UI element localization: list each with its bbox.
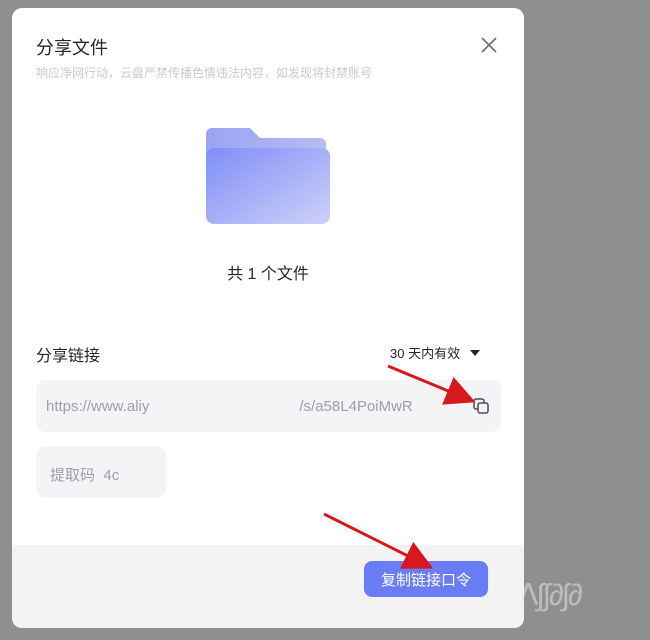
redaction-blur bbox=[170, 388, 280, 424]
validity-dropdown[interactable]: 30 天内有效 bbox=[390, 343, 481, 362]
dialog-title: 分享文件 bbox=[36, 38, 108, 58]
share-link-start: https://www.aliy bbox=[46, 398, 150, 415]
copy-link-command-button[interactable]: 复制链接口令 bbox=[364, 561, 488, 597]
share-link-end: /s/a58L4PoiMwR bbox=[299, 398, 413, 415]
extract-code-value: 4c bbox=[103, 467, 120, 484]
watermark-scribble: ᐱ∫∫∂∫∂ bbox=[518, 579, 583, 612]
share-dialog: 分享文件 响应净网行动，云盘严禁传播色情违法内容，如发现将封禁账号 共 1 个文… bbox=[12, 8, 524, 628]
caret-down-icon bbox=[470, 349, 481, 356]
file-count: 共 1 个文件 bbox=[227, 266, 309, 283]
folder-icon bbox=[206, 128, 330, 224]
share-link-label: 分享链接 bbox=[36, 348, 101, 365]
extract-code-label: 提取码 bbox=[50, 467, 96, 484]
redaction-blur-code bbox=[122, 456, 158, 490]
extract-code-text: 提取码 4c bbox=[50, 464, 119, 485]
copy-icon[interactable] bbox=[472, 397, 490, 415]
close-icon[interactable] bbox=[478, 34, 500, 56]
dialog-notice: 响应净网行动，云盘严禁传播色情违法内容，如发现将封禁账号 bbox=[36, 66, 373, 80]
extract-code-field[interactable]: 提取码 4c bbox=[36, 446, 166, 498]
share-link-field[interactable]: https://www.aliy/s/a58L4PoiMwR bbox=[36, 380, 501, 432]
validity-value: 30 天内有效 bbox=[390, 346, 461, 361]
